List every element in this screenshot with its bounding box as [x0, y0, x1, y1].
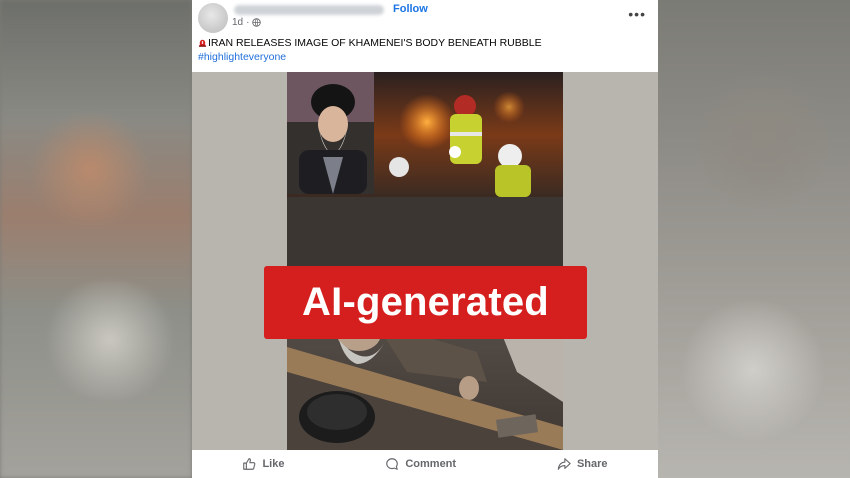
post-media[interactable]: AI-generated [192, 72, 658, 450]
more-options-icon[interactable]: ••• [628, 6, 646, 22]
comment-label: Comment [405, 458, 457, 470]
comment-bubble-icon [386, 458, 399, 470]
like-label: Like [262, 458, 285, 470]
post-text: IRAN RELEASES IMAGE OF KHAMENEI'S BODY B… [198, 36, 648, 64]
ai-generated-label: AI-generated [264, 266, 587, 339]
share-arrow-icon [557, 458, 571, 470]
post-meta: 1d · [232, 17, 262, 28]
avatar[interactable] [198, 3, 228, 33]
share-button[interactable]: Share [557, 457, 608, 471]
facebook-post-card: Follow 1d · ••• IRAN RELEASES IMAGE OF K… [192, 0, 658, 478]
post-title: IRAN RELEASES IMAGE OF KHAMENEI'S BODY B… [208, 37, 542, 49]
globe-icon [252, 18, 262, 27]
post-header: Follow 1d · ••• [192, 0, 658, 36]
rubble-illustration [287, 72, 563, 450]
ai-generated-text: AI-generated [302, 280, 549, 324]
comment-button[interactable]: Comment [385, 457, 456, 471]
follow-button[interactable]: Follow [393, 3, 428, 15]
blurred-background-left [0, 0, 192, 478]
red-alert-icon [198, 39, 207, 47]
rubble-photo[interactable] [287, 72, 563, 450]
hashtag-link[interactable]: #highlighteveryone [198, 50, 648, 64]
like-button[interactable]: Like [242, 457, 284, 471]
meta-separator: · [246, 17, 250, 28]
post-time[interactable]: 1d [232, 17, 243, 28]
blurred-author-name[interactable] [234, 5, 384, 15]
blurred-background-right [658, 0, 850, 478]
thumbs-up-icon [243, 458, 256, 470]
share-label: Share [576, 458, 608, 470]
post-actions: Like Comment Share [192, 450, 658, 478]
